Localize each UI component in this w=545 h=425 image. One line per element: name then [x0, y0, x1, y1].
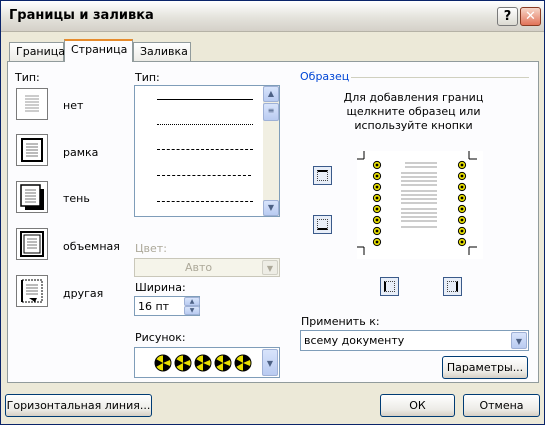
line-style-solid[interactable]	[157, 99, 253, 100]
setting-3d-icon[interactable]	[16, 228, 48, 260]
line-style-dotted[interactable]	[157, 124, 253, 125]
style-label: Тип:	[135, 71, 160, 84]
setting-custom-icon[interactable]	[16, 275, 48, 307]
scroll-down-button[interactable]: ▼	[263, 200, 279, 216]
setting-box-icon[interactable]	[16, 134, 48, 166]
color-dropdown[interactable]: Авто ▼	[134, 258, 280, 277]
line-style-dashed-long[interactable]	[157, 175, 251, 176]
options-button[interactable]: Параметры...	[442, 356, 528, 379]
left-border-button[interactable]	[380, 277, 399, 296]
art-dropdown[interactable]: ▼	[134, 347, 280, 378]
bottom-border-button[interactable]	[313, 215, 332, 234]
tab-shading[interactable]: Заливка	[133, 42, 191, 61]
apply-to-label: Применить к:	[301, 315, 380, 328]
preview-group-line	[351, 77, 529, 78]
borders-and-shading-dialog: Границы и заливка ? ✕ Граница Страница З…	[0, 0, 545, 425]
width-label: Ширина:	[135, 281, 186, 294]
scroll-up-button[interactable]: ▲	[263, 86, 279, 102]
right-border-button[interactable]	[443, 277, 462, 296]
art-preview-icon	[154, 354, 252, 372]
setting-none-label[interactable]: нет	[63, 99, 83, 112]
close-button[interactable]: ✕	[520, 7, 541, 26]
preview-instructions: Для добавления границ щелкните образец и…	[298, 91, 529, 133]
instruction-line-3: используйте кнопки	[354, 119, 473, 132]
setting-shadow-icon[interactable]	[16, 181, 48, 213]
art-dropdown-arrow-icon[interactable]: ▼	[262, 349, 278, 376]
setting-shadow-label[interactable]: тень	[63, 192, 90, 205]
setting-custom-label[interactable]: другая	[63, 287, 103, 300]
art-label: Рисунок:	[135, 331, 186, 344]
line-style-dashed-short[interactable]	[157, 149, 253, 150]
preview-label: Образец	[300, 70, 350, 83]
width-value: 16 пт	[138, 300, 170, 313]
scroll-thumb[interactable]: ≡	[263, 103, 279, 121]
tab-strip: Граница Страница Заливка	[1, 31, 545, 62]
apply-to-arrow-icon[interactable]: ▼	[511, 332, 527, 349]
color-dropdown-arrow-icon[interactable]: ▼	[262, 260, 278, 275]
color-value: Авто	[185, 261, 213, 274]
cancel-button[interactable]: Отмена	[463, 394, 540, 417]
width-spinner[interactable]: 16 пт ▲ ▼	[134, 296, 200, 316]
setting-none-icon[interactable]	[16, 88, 48, 120]
width-up-icon[interactable]: ▲	[184, 297, 200, 306]
color-label: Цвет:	[135, 242, 167, 255]
preview-page-icon	[357, 151, 477, 255]
line-style-dash-dot[interactable]	[157, 201, 253, 202]
help-button[interactable]: ?	[497, 7, 518, 26]
top-border-button[interactable]	[313, 166, 332, 185]
ok-button[interactable]: ОК	[380, 394, 455, 417]
tab-borders[interactable]: Граница	[9, 42, 65, 61]
style-list-scrollbar[interactable]: ▲ ≡ ▼	[263, 86, 279, 216]
preview-sample[interactable]	[357, 151, 483, 259]
setting-box-label[interactable]: рамка	[63, 146, 98, 159]
apply-to-dropdown[interactable]: всему документу ▼	[300, 330, 529, 351]
settings-label: Тип:	[15, 71, 40, 84]
apply-to-value: всему документу	[304, 334, 405, 347]
setting-3d-label[interactable]: объемная	[63, 240, 120, 253]
line-style-list[interactable]: ▲ ≡ ▼	[134, 85, 280, 217]
instruction-line-1: Для добавления границ	[343, 91, 484, 104]
horizontal-line-button[interactable]: Горизонтальная линия...	[5, 394, 152, 417]
tab-page-border[interactable]: Страница	[64, 39, 133, 62]
title-bar: Границы и заливка ? ✕	[1, 1, 544, 32]
dialog-title: Границы и заливка	[9, 8, 154, 23]
instruction-line-2: щелкните образец или	[346, 105, 481, 118]
width-down-icon[interactable]: ▼	[184, 306, 200, 315]
